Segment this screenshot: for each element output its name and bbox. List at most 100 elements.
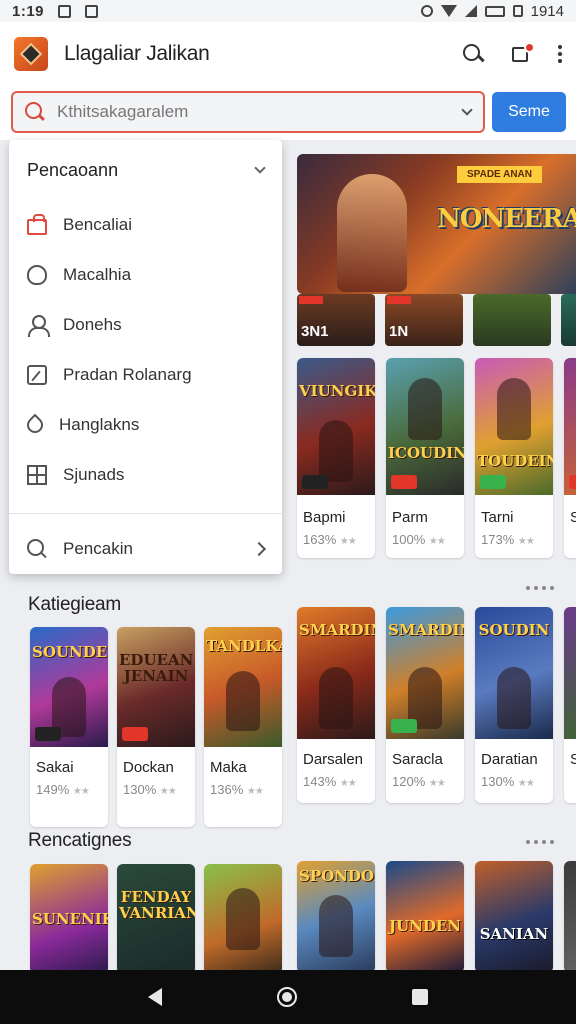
search-field-icon — [25, 102, 45, 122]
game-card[interactable]: TANDLKAN Maka 136% ★★ — [204, 627, 282, 827]
search-field[interactable] — [11, 91, 485, 133]
back-icon[interactable] — [147, 988, 162, 1006]
game-card-art-title: TOUDEINE — [477, 452, 553, 470]
game-card-art-title: EDUEAN JENAIN — [119, 651, 194, 685]
categories-row-right: SMARDIN Darsalen 143% ★★ SMARDIN Saracla… — [297, 607, 576, 803]
game-card-badge — [480, 475, 506, 489]
featured-thumb[interactable]: 1N — [385, 294, 463, 346]
alarm-icon — [420, 5, 433, 17]
section-title-categories: Katiegieam — [28, 594, 122, 615]
notification-badge — [524, 42, 535, 53]
hero-tag: SPADE ANAN — [457, 166, 543, 183]
battery-icon — [484, 5, 505, 17]
game-card-badge — [569, 475, 576, 489]
game-card[interactable]: JUNDEN — [386, 861, 464, 970]
game-card-badge — [35, 727, 61, 741]
dropdown-item[interactable]: Bencaliai — [9, 200, 282, 250]
dropdown-item[interactable]: Sjunads — [9, 450, 282, 500]
game-card-rating: 130% ★★ — [123, 782, 177, 797]
dropdown-item-label: Sjunads — [63, 465, 125, 484]
game-card[interactable]: SMARDIN Saracla 120% ★★ — [386, 607, 464, 803]
featured-thumb[interactable]: 3N1 — [297, 294, 375, 346]
game-card-art-title: SOUNDER — [32, 643, 108, 661]
hero-banner[interactable]: SPADE ANAN NONEERAN — [297, 154, 576, 294]
notifications-icon[interactable] — [510, 42, 535, 65]
more-dots-icon[interactable] — [526, 840, 554, 844]
game-card[interactable]: VIUNGIK Bapmi 163% ★★ — [297, 358, 375, 558]
search-row: Seme — [0, 86, 576, 140]
search-icon[interactable] — [462, 43, 484, 65]
game-card-rating: 163% ★★ — [303, 532, 357, 547]
game-card[interactable]: SANIAN — [475, 861, 553, 970]
chevron-down-icon[interactable] — [254, 162, 266, 174]
game-card-rating: 149% ★★ — [36, 782, 90, 797]
hero-title: NONEERAN — [437, 204, 576, 234]
game-card[interactable]: FENDAY VANRIAN — [117, 864, 195, 970]
games-row-one: VIUNGIK Bapmi 163% ★★ ICOUDIN Parm 100% … — [297, 358, 576, 558]
game-card-art-title: SPONDON — [299, 867, 375, 885]
rating-stars-icon: ★★ — [72, 786, 90, 797]
game-card-rating: 100% ★★ — [392, 532, 446, 547]
dropdown-item-label: Pradan Rolanarg — [63, 365, 192, 384]
dropdown-header-label: Pencaoann — [27, 159, 119, 180]
game-card-rating: 143% ★★ — [303, 774, 357, 789]
game-card-badge — [391, 719, 417, 733]
home-icon[interactable] — [276, 987, 297, 1007]
dropdown-item[interactable]: Macalhia — [9, 250, 282, 300]
game-card[interactable]: SPONDON — [297, 861, 375, 970]
game-card-name: Sakai — [36, 759, 74, 776]
recent-apps-icon[interactable] — [412, 989, 429, 1005]
game-card[interactable]: SOUDIN Daratian 130% ★★ — [475, 607, 553, 803]
game-card-rating: 136% ★★ — [210, 782, 264, 797]
status-time: 1:19 — [12, 2, 45, 20]
signal-icon — [464, 5, 477, 17]
game-card-name: Tarni — [481, 509, 514, 526]
featured-thumbs: 3N1 1N — [297, 294, 576, 346]
rating-stars-icon: ★★ — [159, 786, 177, 797]
game-card-art-title: ICOUDIN — [388, 444, 464, 462]
hero-character-art — [337, 174, 407, 292]
dropdown-item[interactable]: Pradan Rolanarg — [9, 350, 282, 400]
game-card[interactable]: SUNENIK — [30, 864, 108, 970]
dropdown-footer[interactable]: Pencakin — [9, 514, 282, 584]
status-right-text: 1914 — [530, 2, 564, 20]
game-card-badge — [122, 727, 148, 741]
chevron-down-icon[interactable] — [461, 104, 473, 116]
game-card-badge — [302, 475, 328, 489]
game-card[interactable] — [564, 861, 576, 970]
game-card[interactable]: S — [564, 607, 576, 803]
edit-icon — [27, 365, 47, 385]
game-card-name: S — [570, 509, 576, 526]
user-icon — [27, 315, 50, 337]
recommendations-row-right: SPONDON JUNDEN SANIAN — [297, 861, 576, 970]
game-card[interactable]: SOUNDER Sakai 149% ★★ — [30, 627, 108, 827]
search-input[interactable] — [57, 102, 463, 122]
game-card[interactable] — [204, 864, 282, 970]
app-bar: Llagaliar Jalikan — [0, 22, 576, 86]
dropdown-item-label: Bencaliai — [63, 215, 132, 234]
dropdown-item[interactable]: Hanglakns — [9, 400, 282, 450]
shopping-bag-icon — [27, 214, 47, 235]
featured-thumb[interactable] — [561, 294, 576, 346]
category-dropdown: Pencaoann Bencaliai Macalhia Donehs Prad… — [9, 140, 282, 574]
game-card-name: Daratian — [481, 751, 538, 768]
game-card-art-title: TANDLKAN — [206, 637, 282, 655]
grid-icon — [27, 465, 47, 485]
game-card[interactable]: EDUEAN JENAIN Dockan 130% ★★ — [117, 627, 195, 827]
drop-icon — [23, 413, 47, 437]
game-card-name: Maka — [210, 759, 247, 776]
dropdown-item[interactable]: Donehs — [9, 300, 282, 350]
gallery-icon — [58, 4, 72, 18]
more-dots-icon[interactable] — [526, 586, 554, 590]
chevron-right-icon[interactable] — [251, 541, 267, 557]
game-card[interactable]: ICOUDIN Parm 100% ★★ — [386, 358, 464, 558]
game-card[interactable]: SMARDIN Darsalen 143% ★★ — [297, 607, 375, 803]
search-button[interactable]: Seme — [492, 92, 566, 132]
more-options-icon[interactable] — [558, 45, 562, 63]
game-card[interactable]: TOUDEINE Tarni 173% ★★ — [475, 358, 553, 558]
game-card-art-title: SANIAN — [479, 925, 549, 943]
dropdown-header[interactable]: Pencaoann — [9, 140, 282, 200]
rating-stars-icon: ★★ — [517, 778, 535, 789]
game-card[interactable]: S — [564, 358, 576, 558]
featured-thumb[interactable] — [473, 294, 551, 346]
